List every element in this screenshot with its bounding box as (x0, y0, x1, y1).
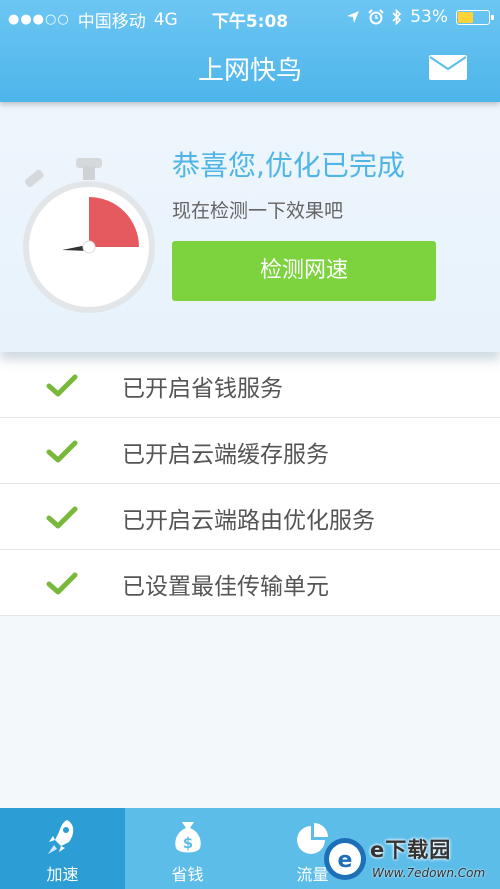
tab-label: 加速 (46, 865, 79, 884)
location-arrow-icon (347, 11, 360, 23)
service-label: 已开启云端路由优化服务 (122, 508, 375, 534)
bluetooth-icon (392, 9, 402, 25)
rocket-icon (48, 820, 74, 854)
status-bar: ●●●○○ 中国移动 4G 下午5:08 53% (0, 0, 500, 34)
result-headline: 恭喜您,优化已完成 (172, 149, 405, 182)
check-icon (46, 572, 78, 595)
service-label: 已开启云端缓存服务 (122, 442, 329, 468)
check-icon (46, 374, 78, 397)
page-title: 上网快鸟 (197, 56, 302, 86)
tab-save-money[interactable]: $ 省钱 (125, 808, 250, 889)
list-item: 已开启省钱服务 (0, 352, 500, 418)
service-list: 已开启省钱服务 已开启云端缓存服务 已开启云端路由优化服务 已设置最佳传输单元 (0, 352, 500, 616)
service-label: 已设置最佳传输单元 (122, 574, 329, 600)
alarm-clock-icon (368, 9, 384, 25)
svg-text:e: e (338, 848, 353, 873)
tab-speedup[interactable]: 加速 (0, 808, 125, 889)
list-item: 已开启云端缓存服务 (0, 418, 500, 484)
list-item: 已设置最佳传输单元 (0, 550, 500, 616)
watermark-text: e下载园 (370, 838, 452, 862)
check-icon (46, 440, 78, 463)
svg-text:$: $ (183, 834, 193, 852)
tab-label: 省钱 (171, 865, 204, 884)
battery-percent: 53% (410, 7, 448, 27)
battery-icon (456, 9, 494, 25)
mail-icon[interactable] (429, 55, 467, 80)
service-label: 已开启省钱服务 (122, 376, 283, 402)
list-item: 已开启云端路由优化服务 (0, 484, 500, 550)
watermark-url: Www.7edown.Com (372, 866, 486, 880)
check-icon (46, 506, 78, 529)
app-header: ●●●○○ 中国移动 4G 下午5:08 53% 上网快鸟 (0, 0, 500, 102)
money-bag-icon: $ (175, 822, 201, 853)
watermark: e e下载园 Www.7edown.Com (322, 832, 500, 889)
result-subline: 现在检测一下效果吧 (172, 200, 344, 222)
stopwatch-icon (23, 158, 155, 313)
optimization-result-card: 恭喜您,优化已完成 现在检测一下效果吧 检测网速 (0, 102, 500, 352)
test-speed-button[interactable]: 检测网速 (172, 241, 436, 301)
site-logo-icon: e (324, 838, 366, 880)
